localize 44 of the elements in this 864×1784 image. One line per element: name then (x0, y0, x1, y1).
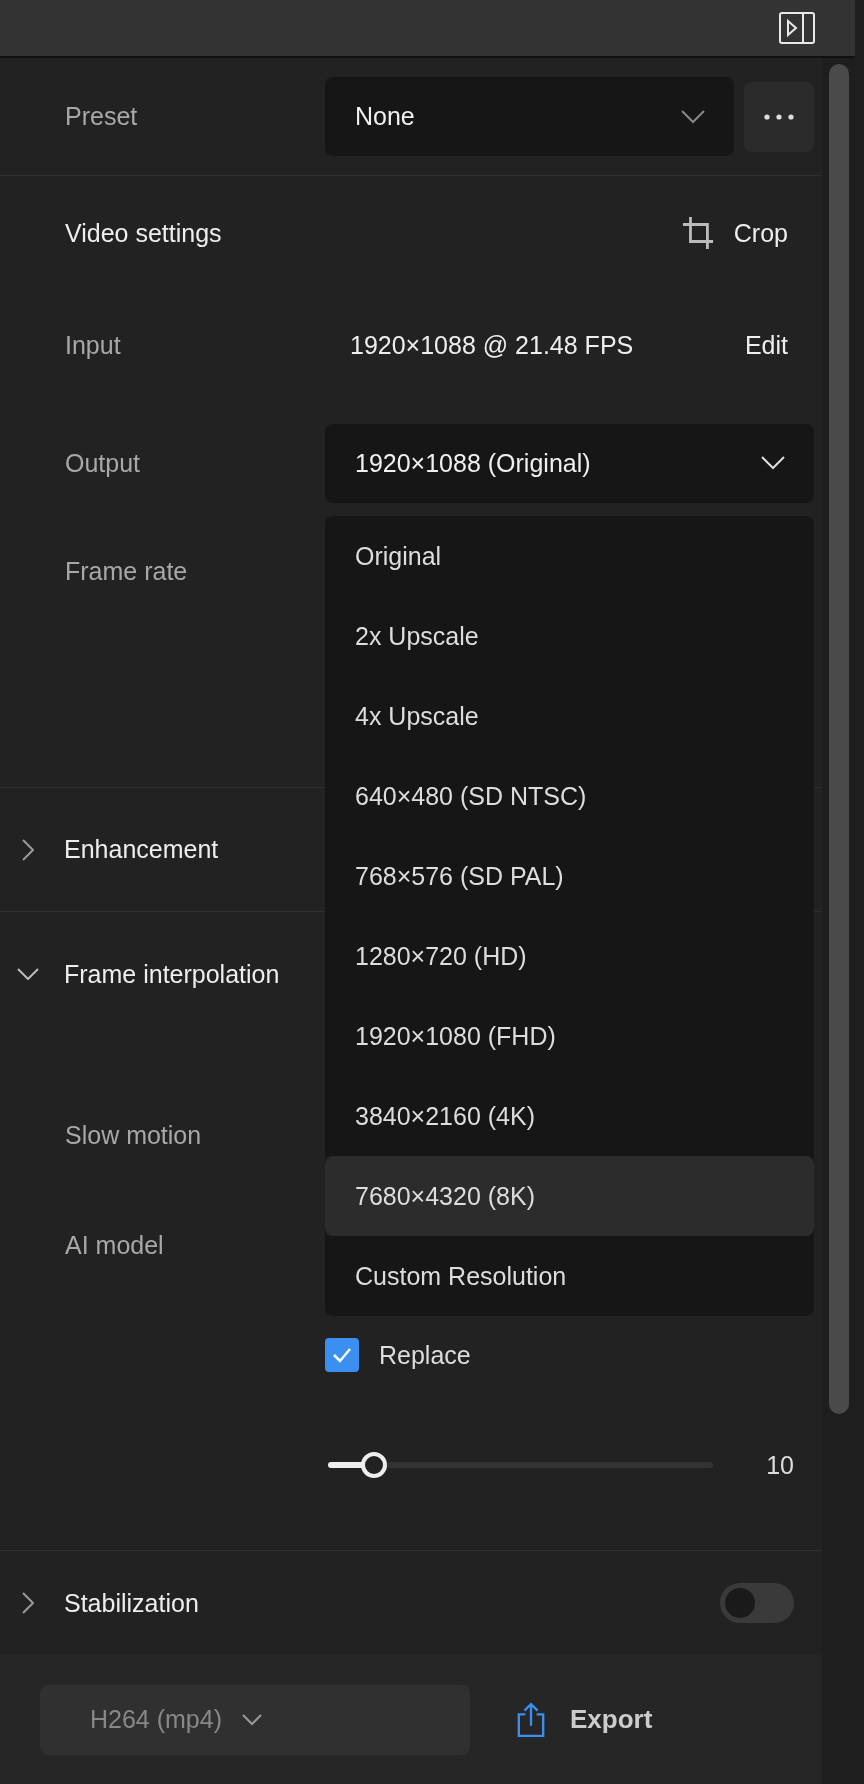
section-title: Stabilization (64, 1588, 199, 1618)
menu-item[interactable]: Original (325, 516, 814, 596)
section-title: Frame interpolation (64, 959, 280, 989)
preset-label: Preset (65, 102, 139, 131)
section-title: Video settings (65, 218, 222, 248)
export-button[interactable]: Export (510, 1700, 659, 1739)
output-dropdown[interactable]: 1920×1088 (Original) (325, 423, 814, 503)
share-icon (516, 1701, 546, 1738)
chevron-down-icon (760, 456, 786, 470)
menu-item[interactable]: 640×480 (SD NTSC) (325, 756, 814, 836)
replace-checkbox[interactable] (325, 1338, 359, 1372)
slider-thumb[interactable] (361, 1452, 388, 1478)
menu-item[interactable]: 7680×4320 (8K) (325, 1156, 814, 1236)
menu-item[interactable]: Custom Resolution (325, 1236, 814, 1316)
frame-rate-label: Frame rate (65, 556, 189, 586)
input-resolution: 1920×1088 @ 21.48 FPS (349, 330, 635, 360)
chevron-icon[interactable] (17, 968, 39, 980)
menu-item[interactable]: 3840×2160 (4K) (325, 1076, 814, 1156)
chevron-icon[interactable] (22, 838, 34, 861)
menu-item[interactable]: 768×576 (SD PAL) (325, 836, 814, 916)
scrollbar[interactable] (829, 64, 849, 1414)
crop-icon (681, 216, 714, 250)
chevron-icon[interactable] (22, 1592, 34, 1614)
menu-item[interactable]: 2x Upscale (325, 596, 814, 676)
ai-model-label: AI model (65, 1230, 165, 1260)
replace-label: Replace (379, 1340, 471, 1370)
checkmark-icon (332, 1347, 352, 1363)
input-label: Input (65, 330, 122, 360)
section-title: Enhancement (64, 835, 219, 864)
stabilization-toggle[interactable] (720, 1583, 794, 1623)
preset-dropdown[interactable]: None (325, 77, 734, 156)
edit-button[interactable]: Edit (738, 329, 794, 361)
slow-motion-label: Slow motion (65, 1120, 203, 1150)
panel-toggle-icon[interactable] (779, 12, 815, 44)
chevron-down-icon (680, 109, 706, 124)
menu-item[interactable]: 1280×720 (HD) (325, 916, 814, 996)
output-label: Output (65, 448, 142, 478)
crop-button[interactable]: Crop (675, 215, 794, 251)
more-icon (763, 113, 795, 120)
chevron-down-icon (242, 1713, 262, 1726)
slider-value: 10 (766, 1450, 794, 1480)
menu-item[interactable]: 4x Upscale (325, 676, 814, 756)
format-dropdown[interactable]: H264 (mp4) (40, 1684, 470, 1755)
menu-item[interactable]: 1920×1080 (FHD) (325, 996, 814, 1076)
